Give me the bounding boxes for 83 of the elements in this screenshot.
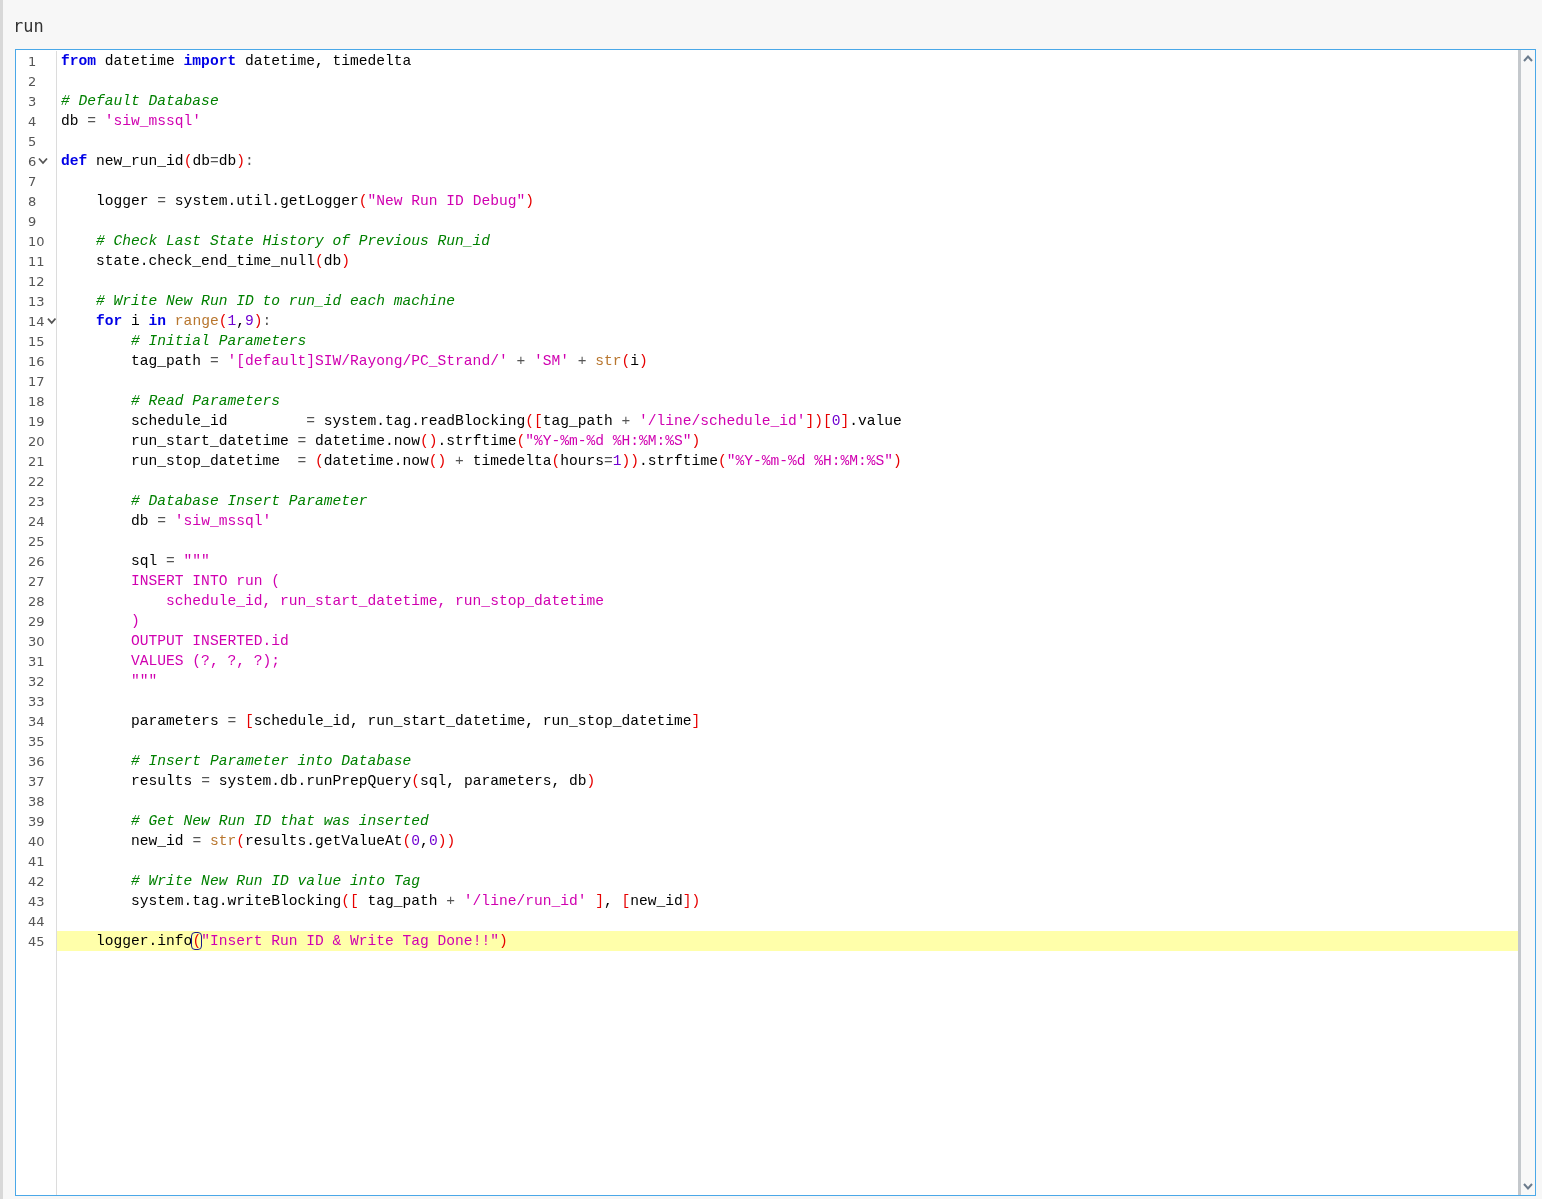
line-number: 27 — [27, 573, 45, 589]
line-number: 9 — [27, 213, 37, 229]
line-number: 22 — [27, 473, 45, 489]
line-number: 13 — [27, 293, 45, 309]
code-line: from datetime import datetime, timedelta — [61, 53, 412, 69]
line-number: 10 — [27, 233, 45, 249]
code-line: system.tag.writeBlocking([ tag_path + '/line/run_id' ], [new_id]) — [130, 893, 701, 909]
code-line: for i in range(1,9): — [95, 313, 272, 329]
code-line: # Check Last State History of Previous Run_id — [95, 233, 491, 249]
code-line: db = 'siw_mssql' — [130, 513, 272, 529]
line-number: 15 — [27, 333, 45, 349]
code-line: schedule_id = system.tag.readBlocking([tag_path + '/line/schedule_id'])[0].value — [130, 413, 902, 429]
line-number: 30 — [27, 633, 45, 649]
code-line: state.check_end_time_null(db) — [95, 253, 351, 269]
line-number: 32 — [27, 673, 45, 689]
code-line: run_stop_datetime = (datetime.now() + timedelta(hours=1)).strftime("%Y-%m-%d %H:%M:%S") — [130, 453, 902, 469]
line-number: 24 — [27, 513, 45, 529]
line-number: 44 — [27, 913, 45, 929]
code-line: OUTPUT INSERTED.id — [130, 633, 289, 649]
line-number: 5 — [27, 133, 37, 149]
code-line: # Read Parameters — [130, 393, 280, 409]
code-line: logger.info("Insert Run ID & Write Tag Done!!") — [95, 933, 508, 949]
line-number: 29 — [27, 613, 45, 629]
code-line: parameters = [schedule_id, run_start_datetime, run_stop_datetime] — [130, 713, 701, 729]
line-number: 39 — [27, 813, 45, 829]
code-line: # Get New Run ID that was inserted — [130, 813, 429, 829]
scroll-down-icon[interactable] — [1523, 1183, 1533, 1190]
line-number: 35 — [27, 733, 45, 749]
code-line: """ — [130, 673, 158, 689]
line-number: 42 — [27, 873, 45, 889]
fold-chevron-icon[interactable] — [46, 317, 56, 325]
line-number: 7 — [27, 173, 37, 189]
line-number: 11 — [27, 253, 45, 269]
line-number: 18 — [27, 393, 45, 409]
line-number: 31 — [27, 653, 45, 669]
code-line: sql = """ — [130, 553, 210, 569]
line-number: 8 — [27, 193, 37, 209]
code-line: def new_run_id(db=db): — [61, 153, 254, 169]
line-number: 16 — [27, 353, 45, 369]
fold-chevron-icon[interactable] — [38, 157, 49, 165]
line-number: 38 — [27, 793, 45, 809]
code-line: logger = system.util.getLogger("New Run ID Debug") — [95, 193, 534, 209]
code-line: INSERT INTO run ( — [130, 573, 280, 589]
line-number: 41 — [27, 853, 45, 869]
line-number: 20 — [27, 433, 45, 449]
code-line: run_start_datetime = datetime.now().strftime("%Y-%m-%d %H:%M:%S") — [130, 433, 701, 449]
line-number: 37 — [27, 773, 45, 789]
line-number: 45 — [27, 933, 45, 949]
editor-title: run — [13, 15, 44, 36]
line-number: 28 — [27, 593, 45, 609]
line-number: 34 — [27, 713, 45, 729]
line-number: 26 — [27, 553, 45, 569]
line-number: 12 — [27, 273, 45, 289]
line-number: 14 — [27, 313, 45, 329]
code-line: new_id = str(results.getValueAt(0,0)) — [130, 833, 456, 849]
code-line: ) — [130, 613, 140, 629]
code-line: schedule_id, run_start_datetime, run_stop_datetime — [165, 593, 604, 609]
code-line: results = system.db.runPrepQuery(sql, parameters, db) — [130, 773, 596, 789]
line-number: 4 — [27, 113, 37, 129]
line-number: 36 — [27, 753, 45, 769]
code-line: tag_path = '[default]SIW/Rayong/PC_Strand/' + 'SM' + str(i) — [130, 353, 648, 369]
line-number: 17 — [27, 373, 45, 389]
scroll-up-icon[interactable] — [1523, 55, 1533, 62]
line-number: 21 — [27, 453, 45, 469]
line-number: 25 — [27, 533, 45, 549]
line-number: 19 — [27, 413, 45, 429]
line-number: 43 — [27, 893, 45, 909]
code-line: # Write New Run ID to run_id each machine — [95, 293, 456, 309]
line-number: 3 — [27, 93, 37, 109]
line-number: 2 — [27, 73, 37, 89]
line-number: 23 — [27, 493, 45, 509]
code-line: # Default Database — [61, 93, 219, 109]
line-number: 1 — [27, 53, 37, 69]
vertical-scrollbar[interactable] — [1518, 50, 1535, 1195]
line-number: 40 — [27, 833, 45, 849]
code-line: VALUES (?, ?, ?); — [130, 653, 280, 669]
line-number: 6 — [27, 153, 37, 169]
code-line: # Database Insert Parameter — [130, 493, 368, 509]
code-line: # Initial Parameters — [130, 333, 307, 349]
code-line: # Insert Parameter into Database — [130, 753, 412, 769]
code-line: db = 'siw_mssql' — [61, 113, 202, 129]
line-number: 33 — [27, 693, 45, 709]
code-line: # Write New Run ID value into Tag — [130, 873, 421, 889]
